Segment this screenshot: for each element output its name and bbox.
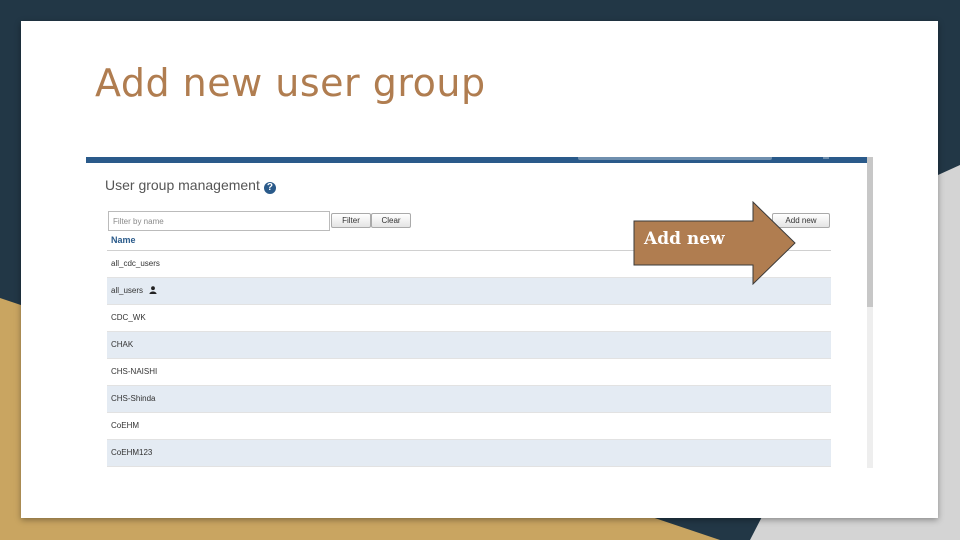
clear-button[interactable]: Clear bbox=[371, 213, 411, 228]
filter-button[interactable]: Filter bbox=[331, 213, 371, 228]
table-row[interactable]: CHAK bbox=[107, 332, 831, 359]
filter-by-name-input[interactable] bbox=[108, 211, 330, 231]
table-row[interactable]: CHS-NAISHI bbox=[107, 359, 831, 386]
table-row[interactable]: CHS-Shinda bbox=[107, 386, 831, 413]
top-bar-menu-icon bbox=[823, 157, 829, 159]
user-icon bbox=[149, 286, 157, 294]
top-bar-search-field bbox=[578, 157, 772, 160]
app-top-bar bbox=[86, 157, 867, 163]
annotation-label: Add new bbox=[644, 229, 725, 249]
table-row[interactable]: CoEHM123 bbox=[107, 440, 831, 467]
table-row[interactable]: CoEHM bbox=[107, 413, 831, 440]
row-name[interactable]: CDC_WK bbox=[111, 313, 146, 322]
row-name[interactable]: all_users bbox=[111, 286, 143, 295]
panel-heading: User group management? bbox=[105, 177, 276, 194]
row-name[interactable]: CHS-Shinda bbox=[111, 394, 155, 403]
row-name[interactable]: CHS-NAISHI bbox=[111, 367, 157, 376]
panel-heading-text: User group management bbox=[105, 177, 260, 193]
row-name[interactable]: CoEHM123 bbox=[111, 448, 152, 457]
question-circle-icon[interactable]: ? bbox=[263, 182, 276, 194]
slide-title: Add new user group bbox=[95, 61, 486, 105]
scrollbar[interactable] bbox=[867, 157, 873, 468]
slide: Add new user group User group management… bbox=[21, 21, 938, 518]
row-name[interactable]: CHAK bbox=[111, 340, 133, 349]
row-name[interactable]: all_cdc_users bbox=[111, 259, 160, 268]
table-row[interactable]: CDC_WK bbox=[107, 305, 831, 332]
scrollbar-thumb[interactable] bbox=[867, 157, 873, 307]
row-name[interactable]: CoEHM bbox=[111, 421, 139, 430]
